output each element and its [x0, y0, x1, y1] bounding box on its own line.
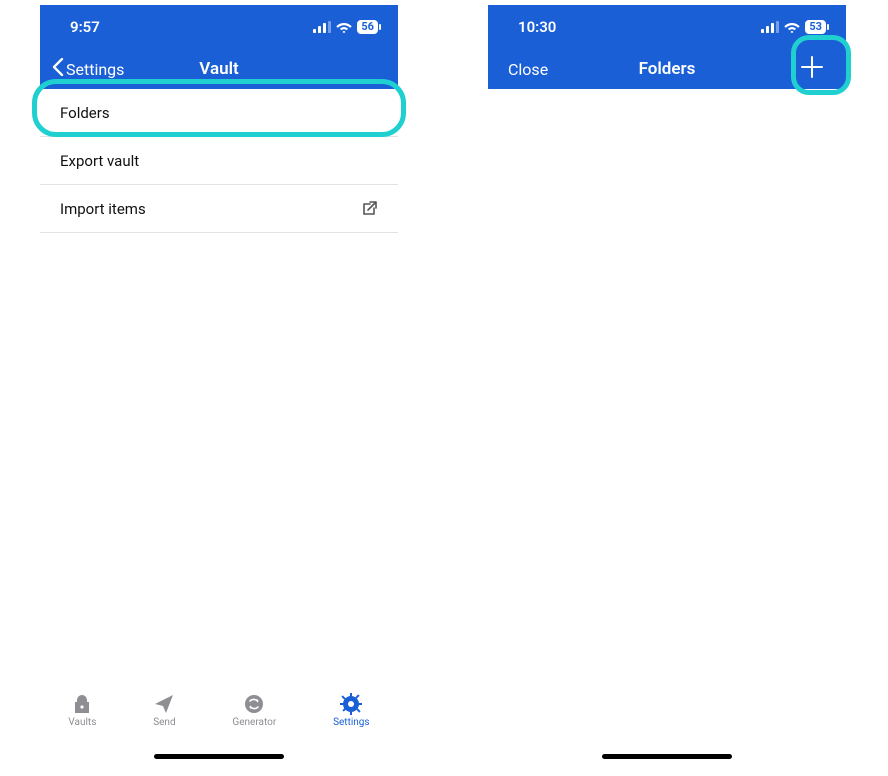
back-button[interactable]: Settings	[40, 58, 124, 80]
tab-bar: Vaults Send Generator Settings	[40, 685, 398, 765]
add-folder-button[interactable]	[790, 47, 834, 91]
tab-label: Generator	[232, 717, 276, 728]
tab-label: Send	[153, 717, 175, 728]
status-time: 10:30	[518, 18, 556, 36]
battery-icon: 56	[357, 20, 378, 34]
vault-options-list: Folders Export vault Import items	[40, 89, 398, 233]
lock-icon	[71, 693, 93, 715]
page-title: Folders	[639, 59, 696, 79]
status-bar: 9:57 56	[40, 5, 398, 49]
chevron-left-icon	[52, 58, 64, 80]
tab-send[interactable]: Send	[153, 693, 175, 728]
nav-bar: Settings Vault	[40, 49, 398, 89]
external-link-icon	[360, 200, 378, 218]
back-label: Settings	[66, 60, 124, 79]
phone-right: 10:30 53 Close Folders	[488, 5, 846, 765]
list-item-folders[interactable]: Folders	[40, 89, 398, 137]
list-item-label: Import items	[60, 200, 146, 218]
status-time: 9:57	[70, 18, 100, 36]
tab-label: Settings	[333, 717, 370, 728]
cellular-icon	[761, 21, 779, 33]
tab-vaults[interactable]: Vaults	[68, 693, 96, 728]
list-item-label: Folders	[60, 104, 110, 122]
status-bar: 10:30 53	[488, 5, 846, 49]
home-indicator[interactable]	[154, 754, 284, 759]
wifi-icon	[336, 21, 352, 33]
page-title: Vault	[199, 59, 238, 79]
phone-left: 9:57 56 Settings Vault Folders Export va…	[40, 5, 398, 765]
status-right: 53	[761, 20, 826, 34]
gear-icon	[340, 693, 362, 715]
list-item-export-vault[interactable]: Export vault	[40, 137, 398, 185]
close-button[interactable]: Close	[488, 60, 548, 79]
cellular-icon	[313, 21, 331, 33]
wifi-icon	[784, 21, 800, 33]
home-indicator[interactable]	[602, 754, 732, 759]
plus-icon	[798, 53, 826, 85]
list-item-label: Export vault	[60, 152, 139, 170]
tab-generator[interactable]: Generator	[232, 693, 276, 728]
tab-settings[interactable]: Settings	[333, 693, 370, 728]
paper-plane-icon	[153, 693, 175, 715]
status-right: 56	[313, 20, 378, 34]
nav-bar: Close Folders	[488, 49, 846, 89]
sync-icon	[243, 693, 265, 715]
battery-icon: 53	[805, 20, 826, 34]
tab-label: Vaults	[68, 717, 96, 728]
list-item-import-items[interactable]: Import items	[40, 185, 398, 233]
